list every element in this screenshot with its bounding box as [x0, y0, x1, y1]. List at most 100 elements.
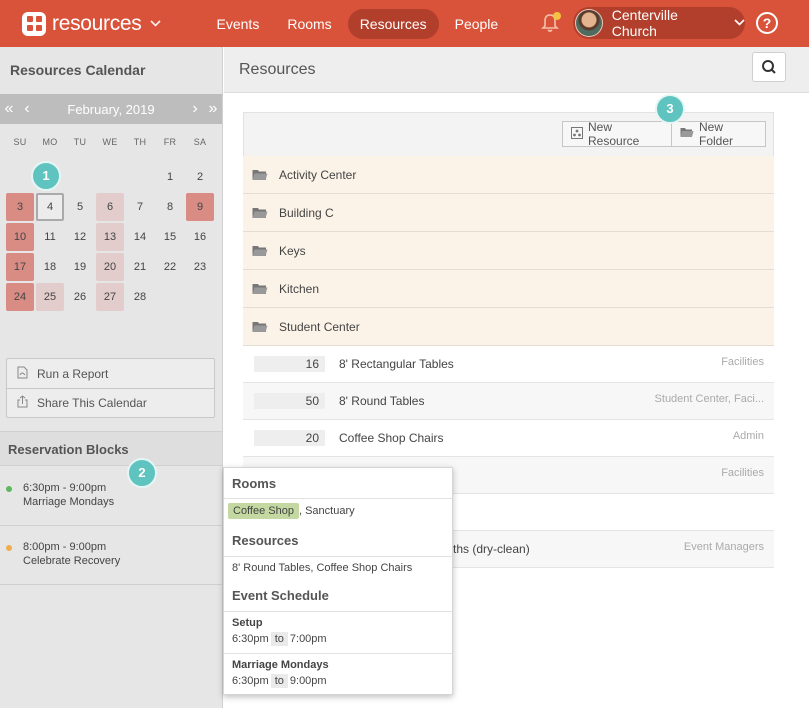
notification-dot: [553, 12, 561, 20]
step-badge: 1: [31, 161, 61, 191]
calendar-day[interactable]: 11: [36, 223, 64, 251]
calendar-day[interactable]: 6: [96, 193, 124, 221]
calendar-day[interactable]: 25: [36, 283, 64, 311]
pdf-icon: [17, 366, 31, 382]
calendar-day[interactable]: 22: [156, 253, 184, 281]
calendar-day[interactable]: 9: [186, 193, 214, 221]
folder-row[interactable]: Activity Center: [243, 156, 774, 194]
folder-label: Kitchen: [279, 281, 320, 296]
resource-name: 8' Round Tables: [339, 394, 425, 408]
run-report-button[interactable]: Run a Report: [7, 359, 214, 388]
calendar-day[interactable]: 12: [66, 223, 94, 251]
calendar-day[interactable]: 24: [6, 283, 34, 311]
calendar-day[interactable]: 26: [66, 283, 94, 311]
calendar-day[interactable]: 18: [36, 253, 64, 281]
calendar-day[interactable]: 20: [96, 253, 124, 281]
calendar-day[interactable]: 16: [186, 223, 214, 251]
calendar-empty-cell: [6, 163, 34, 191]
last-month-button[interactable]: »: [204, 100, 222, 118]
nav-events[interactable]: Events: [205, 9, 272, 39]
next-month-button[interactable]: ›: [186, 100, 204, 118]
step-badge: 2: [127, 458, 157, 488]
share-icon: [17, 395, 31, 411]
weekday-label: TH: [133, 137, 147, 147]
calendar-day[interactable]: 27: [96, 283, 124, 311]
folder-row[interactable]: Student Center: [243, 308, 774, 346]
reservation-time: 8:00pm - 9:00pm: [23, 541, 107, 553]
resource-row[interactable]: 16 8' Rectangular Tables Facilities: [243, 346, 774, 383]
calendar-day[interactable]: 10: [6, 223, 34, 251]
schedule-start: 6:30pm: [232, 675, 269, 687]
resource-icon: [571, 126, 583, 142]
calendar-day[interactable]: 3: [6, 193, 34, 221]
room-highlight: Coffee Shop: [228, 503, 299, 519]
schedule-time: 6:30pm to 9:00pm: [232, 674, 327, 688]
help-icon[interactable]: ?: [756, 12, 778, 34]
resource-category: Facilities: [721, 356, 764, 368]
weekday-label: FR: [163, 137, 177, 147]
nav-rooms[interactable]: Rooms: [275, 9, 343, 39]
folder-icon: [252, 245, 268, 257]
calendar-day[interactable]: 15: [156, 223, 184, 251]
room-rest: , Sanctuary: [298, 505, 355, 517]
chevron-down-icon: [734, 18, 745, 29]
reservation-block[interactable]: 8:00pm - 9:00pm Celebrate Recovery: [0, 526, 222, 585]
sidebar: Resources Calendar « ‹ February, 2019 › …: [0, 47, 223, 708]
calendar-day[interactable]: 23: [186, 253, 214, 281]
calendar-day[interactable]: 13: [96, 223, 124, 251]
prev-month-button[interactable]: ‹: [18, 100, 36, 118]
first-month-button[interactable]: «: [0, 100, 18, 118]
run-report-label: Run a Report: [37, 366, 109, 381]
folder-row[interactable]: Kitchen: [243, 270, 774, 308]
calendar-day[interactable]: 17: [6, 253, 34, 281]
calendar-day[interactable]: 14: [126, 223, 154, 251]
popover-resources-title: Resources: [232, 533, 299, 548]
calendar-day[interactable]: 2: [186, 163, 214, 191]
resource-quantity: 20: [254, 430, 325, 446]
divider: [224, 611, 452, 612]
calendar-day[interactable]: 7: [126, 193, 154, 221]
calendar-day[interactable]: 5: [66, 193, 94, 221]
calendar-day[interactable]: 8: [156, 193, 184, 221]
avatar: [575, 9, 603, 37]
new-resource-button[interactable]: New Resource: [562, 120, 672, 148]
reservation-name: Celebrate Recovery: [23, 555, 121, 567]
divider: [224, 498, 452, 499]
folder-icon: [252, 169, 268, 181]
folder-row[interactable]: Keys: [243, 232, 774, 270]
nav-people[interactable]: People: [443, 9, 511, 39]
share-calendar-label: Share This Calendar: [37, 396, 147, 410]
schedule-label: Marriage Mondays: [232, 659, 329, 671]
search-button[interactable]: [752, 52, 786, 82]
calendar-day[interactable]: 21: [126, 253, 154, 281]
calendar-day[interactable]: 1: [156, 163, 184, 191]
main-header: Resources: [224, 47, 809, 93]
status-dot: [6, 545, 12, 551]
folder-label: Student Center: [279, 319, 360, 334]
reservation-block[interactable]: 6:30pm - 9:00pm Marriage Mondays: [0, 467, 222, 526]
resource-row[interactable]: 20 Coffee Shop Chairs Admin: [243, 420, 774, 457]
calendar-day[interactable]: 28: [126, 283, 154, 311]
nav-resources[interactable]: Resources: [347, 8, 439, 39]
popover-schedule-title: Event Schedule: [232, 588, 329, 603]
reservation-name: Marriage Mondays: [23, 496, 115, 508]
calendar-month: February, 2019: [67, 101, 155, 117]
calendar-weekdays: SU MO TU WE TH FR SA: [5, 137, 215, 147]
calendar-day[interactable]: 4: [36, 193, 64, 221]
folder-row[interactable]: Building C: [243, 194, 774, 232]
popover-rooms: Coffee Shop, Sanctuary: [228, 503, 355, 519]
new-folder-button[interactable]: New Folder: [671, 120, 766, 148]
account-menu[interactable]: Centerville Church: [573, 7, 745, 39]
sidebar-title: Resources Calendar: [10, 62, 146, 78]
sidebar-actions: Run a Report Share This Calendar: [6, 358, 215, 418]
resource-category: Student Center, Faci...: [654, 393, 764, 405]
calendar-day[interactable]: 19: [66, 253, 94, 281]
share-calendar-button[interactable]: Share This Calendar: [7, 388, 214, 417]
app-logo-icon: [22, 11, 46, 36]
folder-label: Activity Center: [279, 167, 357, 182]
schedule-label: Setup: [232, 617, 263, 629]
resource-category: Facilities: [721, 467, 764, 479]
resource-row[interactable]: 50 8' Round Tables Student Center, Faci.…: [243, 383, 774, 420]
folder-icon: [252, 283, 268, 295]
app-switcher[interactable]: resources: [22, 11, 161, 36]
